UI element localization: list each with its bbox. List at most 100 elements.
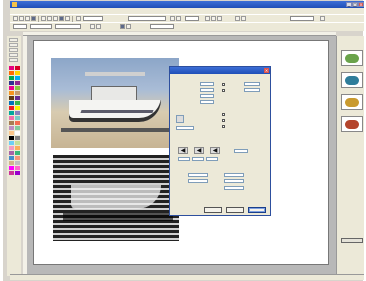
previous-button[interactable]: ◀ bbox=[178, 147, 188, 154]
color-swatch[interactable] bbox=[9, 101, 14, 105]
dialog-field[interactable] bbox=[224, 173, 244, 177]
dots-icon[interactable] bbox=[96, 24, 101, 29]
dialog-field[interactable] bbox=[224, 179, 244, 183]
dialog-field[interactable] bbox=[188, 179, 208, 183]
dialog-radio[interactable] bbox=[222, 125, 225, 128]
align-left-icon[interactable] bbox=[205, 16, 210, 21]
toolbar-field[interactable] bbox=[55, 24, 81, 29]
dialog-field[interactable] bbox=[244, 88, 260, 92]
color-swatch[interactable] bbox=[9, 171, 14, 175]
size-field[interactable] bbox=[185, 16, 199, 21]
copy-icon[interactable] bbox=[47, 16, 52, 21]
color-swatch[interactable] bbox=[9, 166, 14, 170]
color-swatch[interactable] bbox=[9, 126, 14, 130]
dialog-field[interactable] bbox=[206, 157, 218, 161]
font-field[interactable] bbox=[128, 16, 166, 21]
color-swatch[interactable] bbox=[15, 146, 20, 150]
color-swatch[interactable] bbox=[9, 66, 14, 70]
color-swatch[interactable] bbox=[9, 151, 14, 155]
color-swatch[interactable] bbox=[15, 76, 20, 80]
save-icon[interactable] bbox=[25, 16, 30, 21]
color-swatch[interactable] bbox=[15, 151, 20, 155]
clipart-thumb[interactable] bbox=[341, 94, 363, 110]
tool-button[interactable] bbox=[9, 48, 18, 52]
dialog-close-button[interactable]: × bbox=[264, 68, 269, 73]
panel-button[interactable] bbox=[341, 238, 363, 243]
tool-button[interactable] bbox=[9, 38, 18, 42]
color-swatch[interactable] bbox=[15, 106, 20, 110]
dialog-field[interactable] bbox=[244, 82, 260, 86]
dialog-radio[interactable] bbox=[222, 113, 225, 116]
color-swatch[interactable] bbox=[15, 81, 20, 85]
undo-icon[interactable] bbox=[59, 16, 64, 21]
new-icon[interactable] bbox=[13, 16, 18, 21]
color-swatch[interactable] bbox=[15, 66, 20, 70]
italic-icon[interactable] bbox=[176, 16, 181, 21]
dialog-field[interactable] bbox=[200, 94, 214, 98]
toolbar-field[interactable] bbox=[290, 16, 314, 21]
font-icon[interactable] bbox=[120, 24, 125, 29]
zoom-field[interactable] bbox=[83, 16, 103, 21]
color-swatch[interactable] bbox=[9, 121, 14, 125]
color-swatch[interactable] bbox=[9, 76, 14, 80]
dialog-field[interactable] bbox=[200, 88, 214, 92]
color-swatch[interactable] bbox=[15, 96, 20, 100]
color-swatch[interactable] bbox=[15, 116, 20, 120]
color-swatch[interactable] bbox=[9, 141, 14, 145]
color-swatch[interactable] bbox=[9, 81, 14, 85]
next-button[interactable]: ◀ bbox=[194, 147, 204, 154]
color-swatch[interactable] bbox=[9, 136, 14, 140]
toolbar-field[interactable] bbox=[13, 24, 27, 29]
color-swatch[interactable] bbox=[15, 136, 20, 140]
dialog-field[interactable] bbox=[176, 126, 194, 130]
dialog-checkbox[interactable] bbox=[222, 89, 225, 92]
clipart-thumb[interactable] bbox=[341, 116, 363, 132]
last-button[interactable]: ◀ bbox=[210, 147, 220, 154]
tool-button[interactable] bbox=[9, 53, 18, 57]
color-swatch[interactable] bbox=[15, 171, 20, 175]
clipart-thumb[interactable] bbox=[341, 72, 363, 88]
boat-photo-halftone[interactable] bbox=[53, 155, 179, 241]
color-swatch[interactable] bbox=[15, 91, 20, 95]
color-swatch[interactable] bbox=[9, 96, 14, 100]
align-right-icon[interactable] bbox=[217, 16, 222, 21]
zoom-icon[interactable] bbox=[76, 16, 81, 21]
help-button[interactable] bbox=[204, 207, 222, 213]
color-swatch[interactable] bbox=[15, 141, 20, 145]
bold-icon[interactable] bbox=[170, 16, 175, 21]
toolbar-field[interactable] bbox=[30, 24, 52, 29]
color-swatch[interactable] bbox=[15, 161, 20, 165]
color-swatch[interactable] bbox=[15, 166, 20, 170]
color-swatch[interactable] bbox=[9, 146, 14, 150]
grid-icon[interactable] bbox=[235, 16, 240, 21]
color-swatch[interactable] bbox=[9, 86, 14, 90]
dialog-field[interactable] bbox=[192, 157, 204, 161]
color-swatch[interactable] bbox=[15, 101, 20, 105]
color-swatch[interactable] bbox=[15, 111, 20, 115]
dialog-field[interactable] bbox=[224, 186, 244, 190]
color-swatch[interactable] bbox=[9, 91, 14, 95]
arrow-icon[interactable] bbox=[126, 24, 131, 29]
dots-icon[interactable] bbox=[90, 24, 95, 29]
tool-button[interactable] bbox=[9, 58, 18, 62]
layers-icon[interactable] bbox=[241, 16, 246, 21]
redo-icon[interactable] bbox=[65, 16, 70, 21]
close-button[interactable]: × bbox=[358, 2, 364, 7]
dialog-field[interactable] bbox=[200, 100, 214, 104]
boat-photo[interactable] bbox=[51, 58, 179, 148]
preview-swatch[interactable] bbox=[176, 115, 184, 123]
color-swatch[interactable] bbox=[15, 131, 20, 135]
dialog-checkbox[interactable] bbox=[222, 83, 225, 86]
tool-button[interactable] bbox=[9, 43, 18, 47]
color-swatch[interactable] bbox=[15, 126, 20, 130]
dialog-radio[interactable] bbox=[222, 119, 225, 122]
color-swatch[interactable] bbox=[9, 111, 14, 115]
color-swatch[interactable] bbox=[9, 106, 14, 110]
color-swatch[interactable] bbox=[15, 86, 20, 90]
dialog-field[interactable] bbox=[178, 157, 190, 161]
color-swatch[interactable] bbox=[9, 156, 14, 160]
align-center-icon[interactable] bbox=[211, 16, 216, 21]
dialog-field[interactable] bbox=[234, 149, 248, 153]
color-swatch[interactable] bbox=[15, 71, 20, 75]
color-swatch[interactable] bbox=[9, 131, 14, 135]
